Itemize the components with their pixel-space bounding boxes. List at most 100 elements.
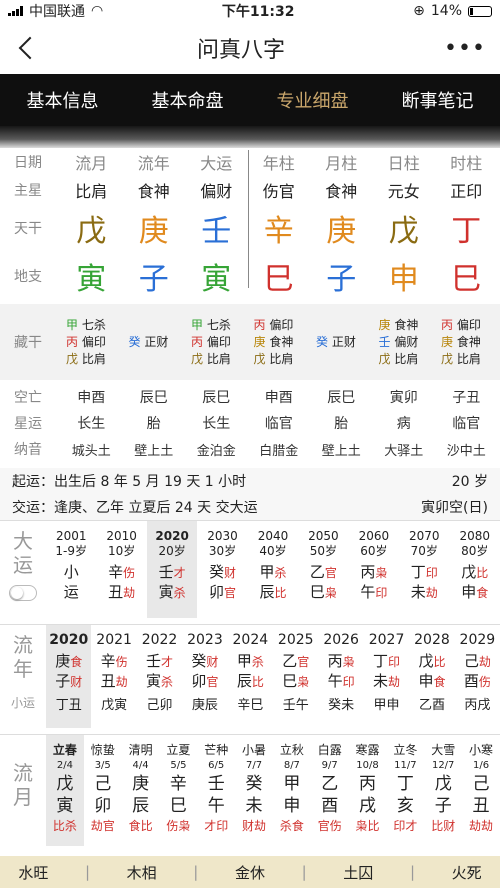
dayun-item[interactable]: 2020 20岁 壬才 寅杀: [146, 521, 198, 618]
header-1: 流月: [75, 154, 108, 173]
liunian-item[interactable]: 2022 壬才 寅杀 己卯: [137, 625, 182, 728]
canggan-shishen: 偏印: [81, 334, 106, 349]
liuyue-item[interactable]: 芒种 6/5 壬午才印: [197, 735, 235, 846]
liuyue-item[interactable]: 清明 4/4 庚辰食比: [122, 735, 160, 846]
dayun-item[interactable]: 2040 40岁 甲杀 辰比: [248, 521, 298, 618]
canggan-shishen: 偏财: [394, 334, 419, 349]
liuyue-jieqi: 清明: [128, 743, 153, 757]
dayun-item[interactable]: 2001 1-9岁小运: [46, 521, 96, 618]
canggan-shishen: 比肩: [81, 351, 106, 366]
clock: 下午11:32: [221, 4, 295, 20]
back-icon[interactable]: [18, 36, 42, 60]
canggan-stem: 庚: [253, 334, 266, 349]
liunian-gan: 己劫: [455, 652, 500, 672]
liuyue-jieqi: 芒种: [204, 743, 229, 757]
liunian-xiaoyun: 癸未: [328, 698, 355, 713]
zhuxing-row: 主星 比肩 食神 偏财 伤官 食神 元女 正印: [0, 176, 500, 204]
dizhi-char: 巳: [263, 262, 294, 297]
liuyue-gan: 乙: [321, 774, 339, 794]
header-5: 月柱: [325, 154, 358, 173]
liunian-gan-ss: 劫: [478, 655, 491, 669]
liuyue-item[interactable]: 立夏 5/5 辛巳伤枭: [159, 735, 197, 846]
liuyue-jieqi: 白露: [317, 743, 342, 757]
canggan-line: 癸 正财: [316, 334, 373, 351]
status-bar: 中国联通 ◠ 下午11:32 ⊕ 14%: [0, 0, 500, 22]
liuyue-item[interactable]: 小寒 1/6 己丑劫劫: [462, 735, 500, 846]
kongwang-cell: 辰巳: [139, 390, 168, 406]
nayin-cell: 白腊金: [259, 443, 299, 459]
liuyue-shishen: 伤枭: [166, 819, 191, 833]
liuyue-zhi: 寅: [56, 796, 74, 816]
dayun-item[interactable]: 2030 30岁 癸财 卯官: [197, 521, 247, 618]
liuyue-shishen: 官伤: [317, 819, 342, 833]
liunian-item[interactable]: 2020 庚食 子财 丁丑: [46, 625, 92, 728]
dizhi-char: 巳: [451, 262, 482, 297]
dayun-item[interactable]: 2070 70岁 丁印 未劫: [399, 521, 449, 618]
liuyue-item[interactable]: 小暑 7/7 癸未财劫: [235, 735, 273, 846]
liuyue-gan: 癸: [245, 774, 263, 794]
kongwang-label: 空亡: [14, 390, 42, 406]
tab-basic-info[interactable]: 基本信息: [27, 87, 99, 113]
kongwang-cell: 子丑: [452, 390, 481, 406]
dizhi-label: 地支: [14, 269, 42, 285]
dayun-toggle[interactable]: [9, 585, 37, 601]
liunian-item[interactable]: 2027 丁印 未劫 甲申: [364, 625, 409, 728]
dayun-zhi-ss: 印: [375, 586, 388, 600]
canggan-row: 藏干甲 七杀丙 偏印戊 比肩癸 正财甲 七杀丙 偏印戊 比肩丙 偏印庚 食神戊 …: [0, 304, 500, 380]
dayun-item[interactable]: 2080 80岁 戊比 申食: [450, 521, 500, 618]
zhuxing-cell: 食神: [137, 182, 170, 201]
wuxing-footer: 水旺 | 木相 | 金休 | 土囚 | 火死: [0, 856, 500, 888]
dayun-item[interactable]: 2050 50岁 乙官 巳枭: [298, 521, 348, 618]
liuyue-item[interactable]: 立春 2/4 戊寅比杀: [46, 735, 84, 846]
liunian-item[interactable]: 2029 己劫 酉伤 丙戌: [455, 625, 500, 728]
tab-pro-chart[interactable]: 专业细盘: [277, 87, 349, 113]
tab-notes[interactable]: 断事笔记: [402, 87, 474, 113]
liunian-year: 2025: [277, 632, 314, 648]
header-3: 大运: [200, 154, 233, 173]
kongwang-cell: 申酉: [77, 390, 106, 406]
dayun-zhi-ss: 枭: [324, 586, 337, 600]
dayun-gan-char: 甲: [259, 563, 275, 581]
dayun-item[interactable]: 2060 60岁 丙枭 午印: [349, 521, 399, 618]
liuyue-zhi: 酉: [321, 796, 339, 816]
liunian-zhi-ss: 印: [342, 675, 355, 689]
dayun-zhi-ss: 劫: [123, 586, 136, 600]
more-icon[interactable]: •••: [444, 36, 486, 61]
liunian-item[interactable]: 2024 甲杀 辰比 辛巳: [228, 625, 273, 728]
liunian-item[interactable]: 2025 乙官 巳枭 壬午: [273, 625, 318, 728]
tiangan-char: 戊: [388, 214, 419, 249]
tab-bar: 基本信息 基本命盘 专业细盘 断事笔记: [0, 74, 500, 126]
kongwang-cell: 申酉: [264, 390, 293, 406]
dayun-zhi: 丑劫: [96, 583, 146, 603]
kongwang-row: 空亡 申酉 辰巳 辰巳 申酉 辰巳 寅卯 子丑: [0, 384, 500, 410]
battery-icon: [468, 5, 492, 17]
tab-basic-chart[interactable]: 基本命盘: [152, 87, 224, 113]
liuyue-item[interactable]: 白露 9/7 乙酉官伤: [311, 735, 349, 846]
liuyue-item[interactable]: 立秋 8/7 甲申杀食: [273, 735, 311, 846]
dayun-item[interactable]: 2010 10岁 辛伤 丑劫: [96, 521, 146, 618]
nayin-cell: 壁上土: [321, 443, 361, 459]
xingyun-label: 星运: [14, 416, 42, 432]
liuyue-item[interactable]: 惊蛰 3/5 己卯劫官: [84, 735, 122, 846]
liunian-xiaoyun: 乙酉: [418, 698, 445, 713]
dayun-year: 2020: [155, 529, 189, 543]
xingyun-cell: 病: [396, 416, 411, 432]
liunian-item[interactable]: 2028 戊比 申食 乙酉: [409, 625, 454, 728]
liunian-label: 流年 小运: [0, 625, 46, 728]
liuyue-item[interactable]: 大雪 12/7 戊子比财: [424, 735, 462, 846]
liuyue-date: 6/5: [208, 760, 225, 771]
header-7: 时柱: [450, 154, 483, 173]
canggan-line: 庚 食神: [441, 334, 498, 351]
liunian-zhi: 寅杀: [137, 672, 182, 692]
liuyue-item[interactable]: 寒露 10/8 丙戌枭比: [349, 735, 387, 846]
liunian-gan-char: 乙: [282, 652, 298, 670]
canggan-shishen: 食神: [456, 334, 481, 349]
liunian-zhi: 子财: [46, 672, 91, 692]
liunian-item[interactable]: 2021 辛伤 丑劫 戊寅: [91, 625, 136, 728]
liunian-item[interactable]: 2023 癸财 卯官 庚辰: [182, 625, 227, 728]
dayun-gan-ss: 才: [173, 566, 186, 580]
liunian-item[interactable]: 2026 丙枭 午印 癸未: [318, 625, 363, 728]
canggan-stem: 甲: [191, 317, 204, 332]
liuyue-item[interactable]: 立冬 11/7 丁亥印才: [386, 735, 424, 846]
liunian-gan-char: 庚: [55, 652, 71, 670]
